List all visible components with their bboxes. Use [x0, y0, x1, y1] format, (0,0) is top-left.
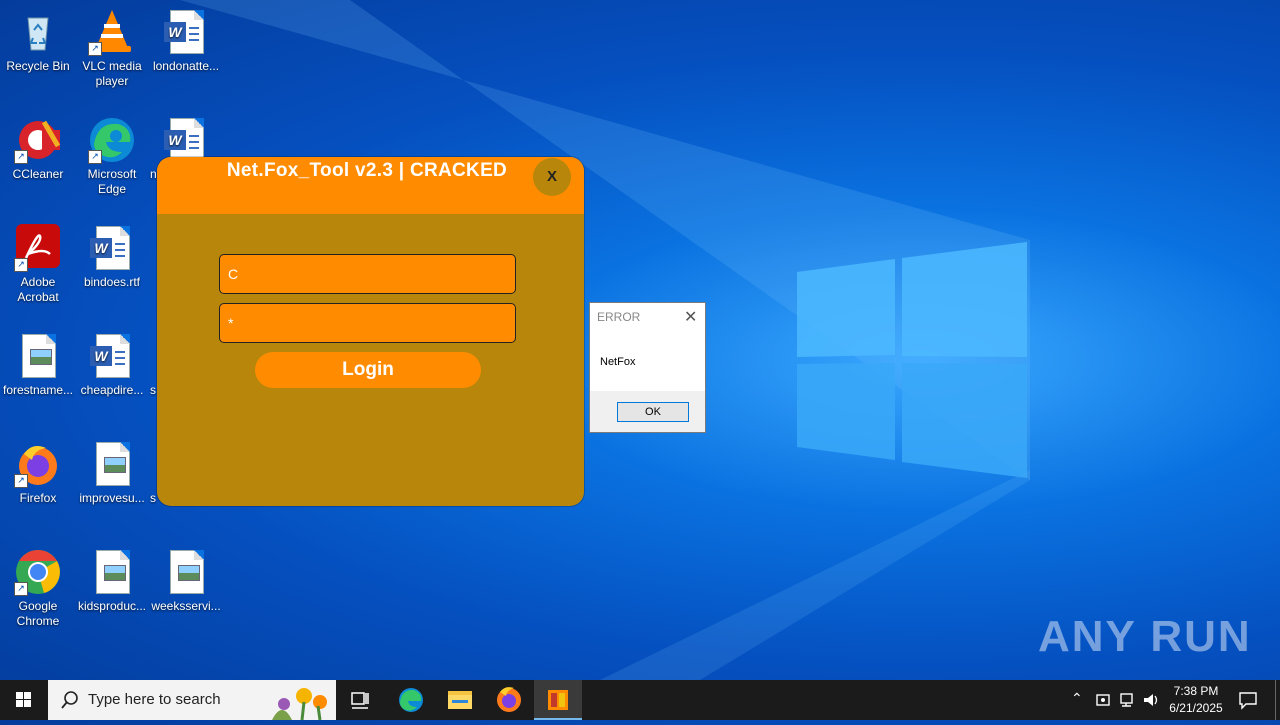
shortcut-arrow-icon: ↗ [14, 258, 28, 272]
ccleaner-icon: ↗ [14, 116, 62, 164]
image-file-icon [162, 548, 210, 596]
desktop-icon-label: Firefox [19, 491, 57, 505]
netfox-login-window: Net.Fox_Tool v2.3 | CRACKED X C * Login [157, 157, 584, 506]
word-document-icon: W [162, 8, 210, 56]
desktop-icon-cheapdire[interactable]: W cheapdire... [74, 332, 150, 398]
image-file-icon [88, 440, 136, 488]
taskbar: Type here to search ⌃ 7:38 PM 6/21/2025 [0, 680, 1280, 720]
dialog-message: NetFox [600, 356, 636, 368]
windows-logo-icon [16, 692, 31, 707]
desktop-icon-firefox[interactable]: ↗ Firefox [0, 440, 76, 506]
task-view-icon [351, 692, 369, 709]
desktop-icon-label: VLC media player [82, 59, 142, 88]
login-button[interactable]: Login [255, 352, 481, 388]
shortcut-arrow-icon: ↗ [14, 150, 28, 164]
desktop-icon-label: Recycle Bin [6, 59, 70, 73]
desktop-icon-microsoft-edge[interactable]: ↗ Microsoft Edge [74, 116, 150, 197]
desktop-icon-forestname[interactable]: forestname... [0, 332, 76, 398]
taskbar-edge-button[interactable] [387, 680, 435, 720]
desktop-icon-recycle-bin[interactable]: Recycle Bin [0, 8, 76, 74]
close-button[interactable]: X [533, 158, 571, 196]
recycle-bin-icon [14, 8, 62, 56]
desktop-icon-label: cheapdire... [80, 383, 144, 397]
word-document-icon: W [88, 224, 136, 272]
volume-icon[interactable] [1142, 691, 1160, 709]
desktop-icon-label: bindoes.rtf [83, 275, 141, 289]
desktop-icon-label: Microsoft Edge [87, 167, 137, 196]
desktop-icon-bindoes[interactable]: W bindoes.rtf [74, 224, 150, 290]
desktop-icon-label: CCleaner [12, 167, 64, 181]
show-desktop-divider[interactable] [1275, 680, 1276, 720]
desktop-icon-google-chrome[interactable]: ↗ Google Chrome [0, 548, 76, 629]
desktop-icon-label: Adobe Acrobat [17, 275, 59, 304]
desktop-icon-label: weeksservi... [151, 599, 221, 613]
image-file-icon [88, 548, 136, 596]
desktop-icon-kidsproduc[interactable]: kidsproduc... [74, 548, 150, 614]
username-field[interactable]: C [219, 254, 516, 294]
spring-flowers-icon [272, 688, 327, 720]
search-icon [61, 691, 78, 709]
network-device-icon[interactable] [1095, 691, 1111, 709]
shortcut-arrow-icon: ↗ [14, 474, 28, 488]
taskbar-netfox-app-button[interactable] [534, 680, 582, 720]
taskbar-search-box[interactable]: Type here to search [48, 680, 336, 720]
network-icon[interactable] [1118, 691, 1136, 709]
desktop-icon-improvesu[interactable]: improvesu... [74, 440, 150, 506]
word-document-icon: W [88, 332, 136, 380]
adobe-acrobat-icon: ↗ [14, 224, 62, 272]
taskbar-file-explorer-button[interactable] [436, 680, 484, 720]
clock[interactable]: 7:38 PM 6/21/2025 [1160, 683, 1232, 717]
dialog-title: ERROR [597, 310, 641, 324]
desktop-icon-label: improvesu... [79, 491, 145, 505]
desktop-icon-label: Google Chrome [16, 599, 60, 628]
chrome-icon: ↗ [14, 548, 62, 596]
firefox-icon [497, 687, 521, 712]
app-header[interactable]: Net.Fox_Tool v2.3 | CRACKED [157, 157, 584, 214]
password-field[interactable]: * [219, 303, 516, 343]
close-icon[interactable]: ✕ [684, 307, 697, 327]
shortcut-arrow-icon: ↗ [14, 582, 28, 596]
search-placeholder: Type here to search [88, 691, 221, 708]
desktop-icon-vlc[interactable]: ↗ VLC media player [74, 8, 150, 89]
folder-icon [448, 691, 472, 709]
image-file-icon [14, 332, 62, 380]
desktop-icon-label: kidsproduc... [77, 599, 147, 613]
shortcut-arrow-icon: ↗ [88, 42, 102, 56]
vlc-cone-icon: ↗ [88, 8, 136, 56]
edge-icon [399, 688, 423, 712]
desktop-icon-londonatte[interactable]: W londonatte... [148, 8, 224, 74]
firefox-icon: ↗ [14, 440, 62, 488]
ok-button[interactable]: OK [617, 402, 689, 422]
show-hidden-icons-chevron-icon[interactable]: ⌃ [1071, 690, 1083, 707]
notification-center-icon[interactable] [1238, 690, 1258, 710]
task-view-button[interactable] [336, 680, 384, 720]
edge-icon: ↗ [88, 116, 136, 164]
desktop-icon-adobe-acrobat[interactable]: ↗ Adobe Acrobat [0, 224, 76, 305]
desktop-icon-weeksservi[interactable]: weeksservi... [148, 548, 224, 614]
desktop-icon-label: londonatte... [152, 59, 220, 73]
taskbar-firefox-button[interactable] [485, 680, 533, 720]
shortcut-arrow-icon: ↗ [88, 150, 102, 164]
clock-time: 7:38 PM [1173, 684, 1219, 698]
app-title: Net.Fox_Tool v2.3 | CRACKED [226, 160, 508, 181]
start-button[interactable] [0, 680, 48, 720]
anyrun-watermark: ANY RUN [1038, 612, 1252, 661]
desktop-icon-label: forestname... [2, 383, 74, 397]
clock-date: 6/21/2025 [1169, 701, 1223, 715]
netfox-app-icon [548, 690, 568, 710]
error-dialog: ERROR ✕ NetFox OK [589, 302, 706, 433]
desktop-icon-ccleaner[interactable]: ↗ CCleaner [0, 116, 76, 182]
